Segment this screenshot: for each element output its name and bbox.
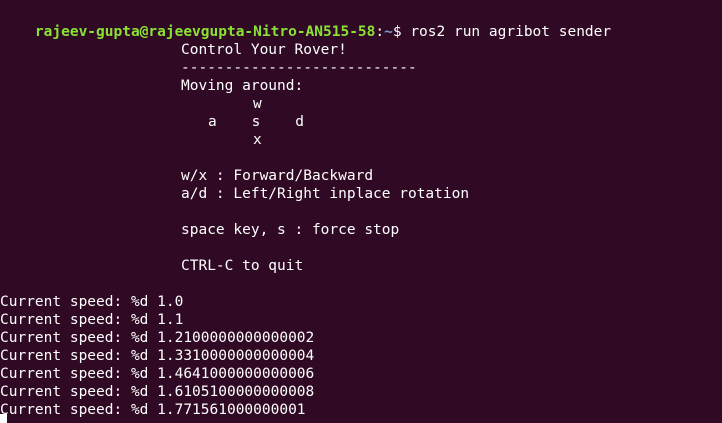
help-ad-desc: a/d : Left/Right inplace rotation (181, 186, 470, 202)
speed-line: Current speed: %d 1.0 (0, 294, 184, 310)
prompt-user-host: rajeev-gupta@rajeevgupta-Nitro-AN515-58 (34, 24, 376, 40)
prompt-line: rajeev-gupta@rajeevgupta-Nitro-AN515-58:… (0, 5, 611, 40)
help-title: Control Your Rover! (181, 42, 347, 58)
speed-line: Current speed: %d 1.2100000000000002 (0, 330, 315, 346)
help-moving-label: Moving around: (181, 78, 304, 94)
key-row-asd: a s d (208, 114, 305, 130)
prompt-separator: : (375, 24, 385, 40)
help-divider: --------------------------- (181, 60, 417, 76)
help-wx-desc: w/x : Forward/Backward (181, 168, 374, 184)
key-x: x (253, 132, 262, 148)
prompt-symbol: $ (392, 24, 411, 40)
speed-line: Current speed: %d 1.6105100000000008 (0, 384, 315, 400)
key-w: w (253, 96, 262, 112)
speed-line: Current speed: %d 1.771561000000001 (0, 402, 306, 418)
speed-line: Current speed: %d 1.1 (0, 312, 184, 328)
terminal-window[interactable]: rajeev-gupta@rajeevgupta-Nitro-AN515-58:… (0, 0, 722, 423)
prompt-command: ros2 run agribot sender (410, 24, 612, 40)
prompt-path: ~ (384, 24, 393, 40)
terminal-cursor (0, 414, 7, 423)
help-space-desc: space key, s : force stop (181, 222, 400, 238)
speed-line: Current speed: %d 1.4641000000000006 (0, 366, 315, 382)
help-quit-desc: CTRL-C to quit (181, 258, 304, 274)
speed-line: Current speed: %d 1.3310000000000004 (0, 348, 315, 364)
